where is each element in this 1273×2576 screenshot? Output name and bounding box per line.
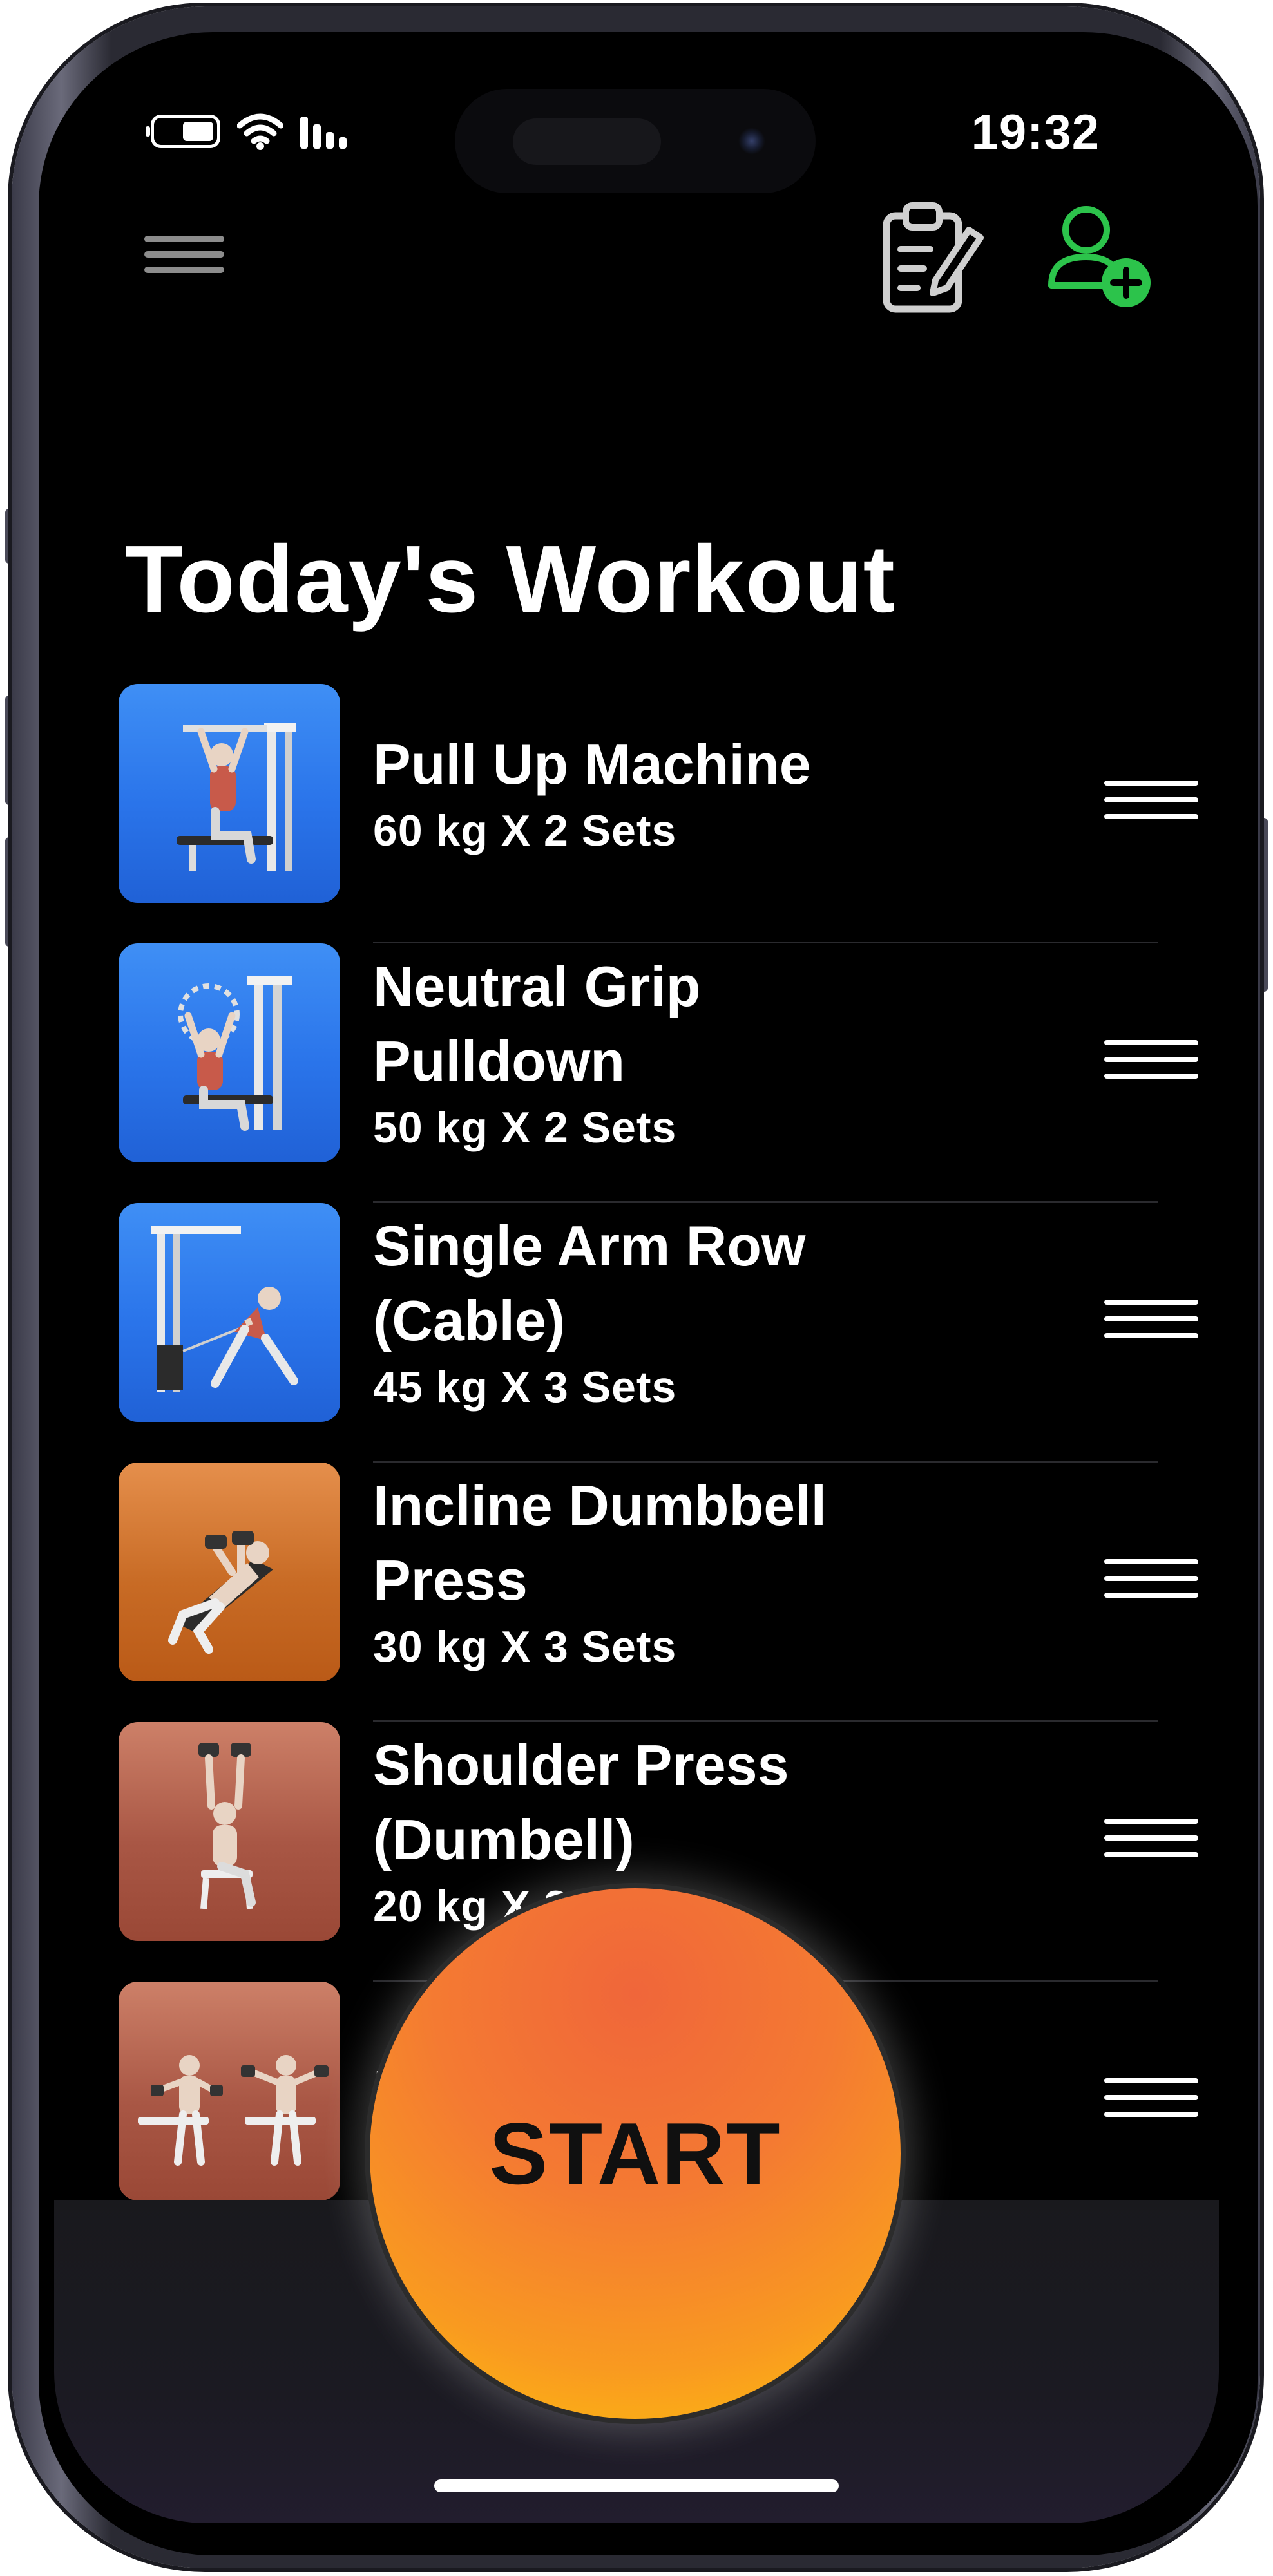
cable-row-icon <box>151 1226 298 1392</box>
start-button-label: START <box>489 2105 781 2202</box>
reorder-handle-line <box>1104 814 1198 819</box>
exercise-detail: 60 kg X 2 Sets <box>373 806 677 855</box>
reorder-handle-line <box>1104 1576 1198 1581</box>
exercise-name: Pulldown <box>373 1029 626 1093</box>
reorder-handle-line <box>1104 1057 1198 1062</box>
exercise-thumbnail <box>119 1463 340 1681</box>
reorder-handle-line <box>1104 1559 1198 1564</box>
reorder-handle[interactable] <box>1104 1553 1201 1604</box>
exercise-thumbnail <box>119 1722 340 1941</box>
exercise-row[interactable]: Single Arm Row (Cable) 45 kg X 3 Sets <box>119 1203 1198 1463</box>
exercise-text: Single Arm Row (Cable) 45 kg X 3 Sets <box>373 1203 953 1422</box>
exercise-name: Shoulder Press <box>373 1733 789 1797</box>
reorder-handle-line <box>1104 1835 1198 1841</box>
exercise-name: Pull Up Machine <box>373 732 811 796</box>
exercise-text: Neutral Grip Pulldown 50 kg X 2 Sets <box>373 943 953 1162</box>
exercise-row[interactable]: Neutral Grip Pulldown 50 kg X 2 Sets <box>119 943 1198 1203</box>
exercise-detail: 50 kg X 2 Sets <box>373 1103 677 1152</box>
reorder-handle-line <box>1104 1316 1198 1321</box>
shoulder-press-icon <box>198 1743 256 1909</box>
start-workout-button[interactable]: START <box>370 1888 901 2419</box>
pull-up-machine-icon <box>177 723 296 871</box>
reorder-handle-line <box>1104 1819 1198 1824</box>
reorder-handle[interactable] <box>1104 1034 1201 1085</box>
reorder-handle[interactable] <box>1104 1293 1201 1345</box>
reorder-handle-line <box>1104 1593 1198 1598</box>
exercise-name: (Cable) <box>373 1289 566 1352</box>
exercise-thumbnail <box>119 1203 340 1422</box>
reorder-handle-line <box>1104 2095 1198 2100</box>
exercise-thumbnail <box>119 684 340 903</box>
exercise-name: Incline Dumbbell <box>373 1473 827 1537</box>
home-indicator[interactable] <box>434 2479 839 2492</box>
exercise-name: (Dumbell) <box>373 1808 635 1871</box>
exercise-row[interactable]: Pull Up Machine 60 kg X 2 Sets <box>119 684 1198 943</box>
app-screen: 19:32 Today's Workout Pull Up Machine 60… <box>54 52 1219 2523</box>
reorder-handle-line <box>1104 2112 1198 2117</box>
exercise-detail: 30 kg X 3 Sets <box>373 1622 677 1671</box>
pulldown-machine-icon <box>178 976 292 1131</box>
reorder-handle-line <box>1104 781 1198 786</box>
exercise-name: Single Arm Row <box>373 1214 806 1278</box>
reorder-handle-line <box>1104 1300 1198 1305</box>
reorder-handle-line <box>1104 1074 1198 1079</box>
reorder-handle[interactable] <box>1104 1812 1201 1864</box>
exercise-row[interactable]: Incline Dumbbell Press 30 kg X 3 Sets <box>119 1463 1198 1722</box>
reorder-handle-line <box>1104 1040 1198 1045</box>
reorder-handle[interactable] <box>1104 2072 1201 2123</box>
reorder-handle-line <box>1104 1852 1198 1857</box>
exercise-text: Pull Up Machine 60 kg X 2 Sets <box>373 684 953 903</box>
reorder-handle-line <box>1104 797 1198 802</box>
exercise-name: Press <box>373 1548 528 1612</box>
device-canvas: 19:32 Today's Workout Pull Up Machine 60… <box>0 0 1273 2576</box>
exercise-detail: 45 kg X 3 Sets <box>373 1363 677 1412</box>
exercise-thumbnail <box>119 943 340 1162</box>
incline-press-icon <box>168 1531 273 1654</box>
exercise-name: Neutral Grip <box>373 954 701 1018</box>
reorder-handle-line <box>1104 1333 1198 1338</box>
exercise-thumbnail <box>119 1982 340 2201</box>
reorder-handle-line <box>1104 2078 1198 2083</box>
reorder-handle[interactable] <box>1104 774 1201 826</box>
lateral-raise-icon <box>138 2055 329 2166</box>
side-button-power <box>1259 818 1268 992</box>
exercise-text: Incline Dumbbell Press 30 kg X 3 Sets <box>373 1463 953 1681</box>
